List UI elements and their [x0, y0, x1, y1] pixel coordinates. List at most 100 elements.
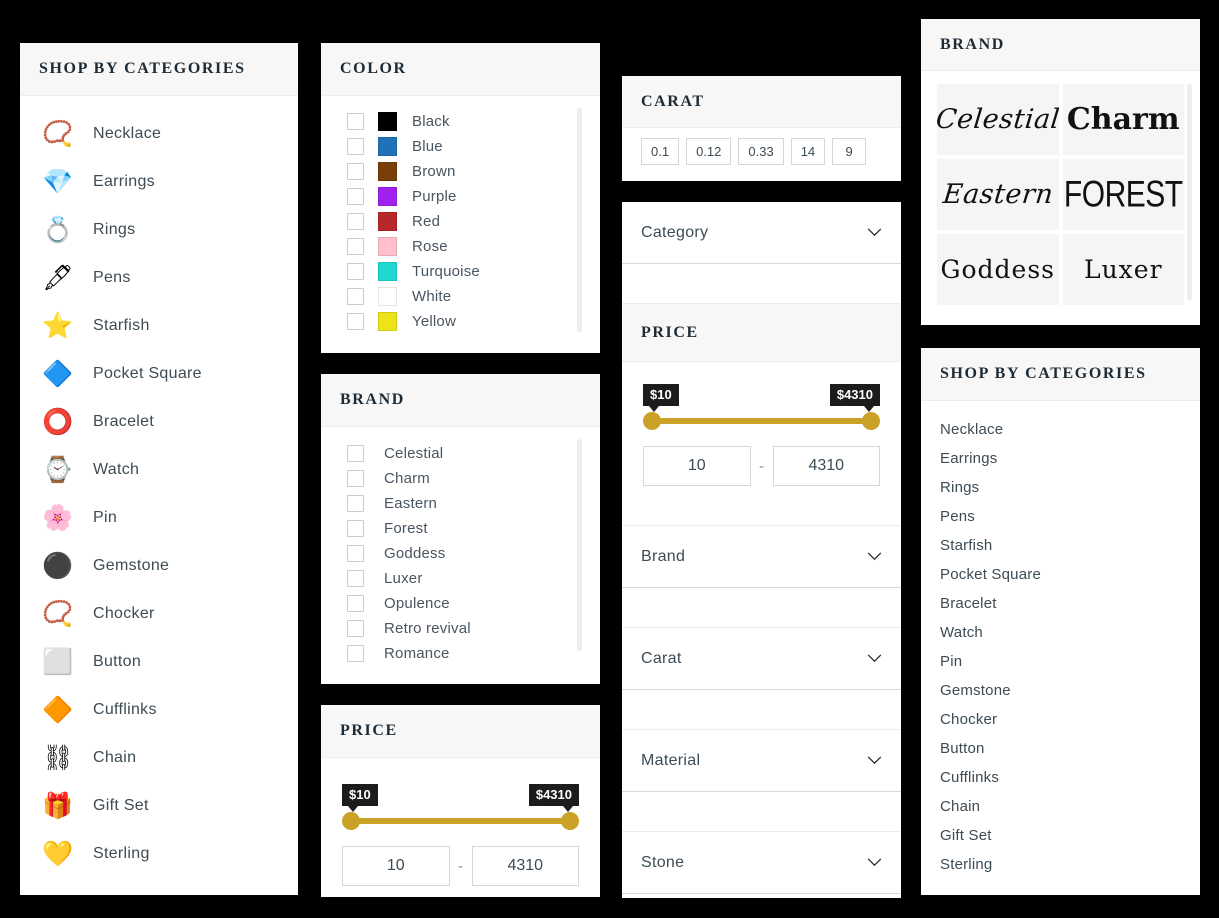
color-option-row[interactable]: White: [347, 284, 584, 309]
category-item[interactable]: ⭐ Starfish: [20, 302, 298, 350]
accordion-price-slider-min-handle[interactable]: [643, 412, 661, 430]
checkbox-icon[interactable]: [347, 163, 364, 180]
accordion-price-min-input[interactable]: [643, 446, 751, 486]
checkbox-icon[interactable]: [347, 495, 364, 512]
category-text-item[interactable]: Pens: [921, 502, 1200, 531]
accordion-price-range-slider[interactable]: $10 $4310: [643, 384, 880, 444]
checkbox-icon[interactable]: [347, 188, 364, 205]
category-item[interactable]: 📿 Necklace: [20, 110, 298, 158]
checkbox-icon[interactable]: [347, 445, 364, 462]
carat-option-chip[interactable]: 0.1: [641, 138, 680, 165]
brand-option-row[interactable]: Opulence: [347, 591, 584, 616]
accordion-header-carat[interactable]: Carat: [622, 628, 901, 690]
category-item[interactable]: ⚫ Gemstone: [20, 542, 298, 590]
checkbox-icon[interactable]: [347, 138, 364, 155]
brand-logo-cell[interactable]: FOREST: [1062, 159, 1184, 230]
accordion-header-stone[interactable]: Stone: [622, 832, 901, 894]
category-item[interactable]: 🎁 Gift Set: [20, 782, 298, 830]
price-max-input[interactable]: [471, 846, 579, 886]
category-item[interactable]: 🖋 Pens: [20, 254, 298, 302]
color-option-row[interactable]: Purple: [347, 184, 584, 209]
category-text-item[interactable]: Earrings: [921, 444, 1200, 473]
color-option-row[interactable]: Blue: [347, 134, 584, 159]
category-text-item[interactable]: Gemstone: [921, 676, 1200, 705]
checkbox-icon[interactable]: [347, 113, 364, 130]
checkbox-icon[interactable]: [347, 545, 364, 562]
brand-option-row[interactable]: Goddess: [347, 541, 584, 566]
category-text-item[interactable]: Cufflinks: [921, 763, 1200, 792]
accordion-price-max-input[interactable]: [772, 446, 880, 486]
checkbox-icon[interactable]: [347, 520, 364, 537]
color-option-row[interactable]: Rose: [347, 234, 584, 259]
category-item[interactable]: ⭕ Bracelet: [20, 398, 298, 446]
category-text-item[interactable]: Chain: [921, 792, 1200, 821]
brand-option-row[interactable]: Retro revival: [347, 616, 584, 641]
carat-option-chip[interactable]: 9: [832, 138, 867, 165]
category-text-item[interactable]: Button: [921, 734, 1200, 763]
category-text-item[interactable]: Pin: [921, 647, 1200, 676]
brand-option-row[interactable]: Romance: [347, 641, 584, 666]
accordion-price-slider-max-handle[interactable]: [862, 412, 880, 430]
category-item[interactable]: ⌚ Watch: [20, 446, 298, 494]
category-item[interactable]: 💛 Sterling: [20, 830, 298, 878]
brand-scrollbar[interactable]: [577, 439, 582, 651]
accordion-header-brand[interactable]: Brand: [622, 526, 901, 588]
checkbox-icon[interactable]: [347, 288, 364, 305]
category-item[interactable]: 🔶 Cufflinks: [20, 686, 298, 734]
price-min-input[interactable]: [342, 846, 450, 886]
checkbox-icon[interactable]: [347, 470, 364, 487]
carat-option-chip[interactable]: 0.12: [686, 138, 732, 165]
category-text-item[interactable]: Watch: [921, 618, 1200, 647]
accordion-price-slider-track[interactable]: [650, 418, 873, 424]
price-range-slider[interactable]: $10 $4310: [342, 784, 579, 844]
color-option-row[interactable]: Turquoise: [347, 259, 584, 284]
checkbox-icon[interactable]: [347, 595, 364, 612]
checkbox-icon[interactable]: [347, 213, 364, 230]
category-text-item[interactable]: Gift Set: [921, 821, 1200, 850]
category-text-item[interactable]: Starfish: [921, 531, 1200, 560]
price-slider-track[interactable]: [349, 818, 572, 824]
color-option-row[interactable]: Black: [347, 109, 584, 134]
color-scrollbar[interactable]: [577, 108, 582, 333]
accordion-header-price[interactable]: PRICE: [622, 304, 901, 362]
accordion-header-category[interactable]: Category: [622, 202, 901, 264]
checkbox-icon[interactable]: [347, 238, 364, 255]
brand-option-row[interactable]: Celestial: [347, 441, 584, 466]
brand-logo-cell[interactable]: Luxer: [1062, 234, 1184, 305]
category-item[interactable]: 🌸 Pin: [20, 494, 298, 542]
checkbox-icon[interactable]: [347, 620, 364, 637]
checkbox-icon[interactable]: [347, 570, 364, 587]
brand-option-row[interactable]: Eastern: [347, 491, 584, 516]
color-option-row[interactable]: Yellow: [347, 309, 584, 334]
brand-option-row[interactable]: Charm: [347, 466, 584, 491]
category-item[interactable]: 🔷 Pocket Square: [20, 350, 298, 398]
checkbox-icon[interactable]: [347, 313, 364, 330]
category-text-item[interactable]: Chocker: [921, 705, 1200, 734]
category-item[interactable]: 📿 Chocker: [20, 590, 298, 638]
category-item[interactable]: ⛓ Chain: [20, 734, 298, 782]
brand-option-row[interactable]: Forest: [347, 516, 584, 541]
brand-logo-scrollbar[interactable]: [1187, 84, 1192, 301]
carat-option-chip[interactable]: 0.33: [738, 138, 784, 165]
price-slider-max-handle[interactable]: [561, 812, 579, 830]
category-text-item[interactable]: Sterling: [921, 850, 1200, 879]
category-item[interactable]: 💍 Rings: [20, 206, 298, 254]
carat-option-chip[interactable]: 14: [790, 138, 826, 165]
brand-logo-cell[interactable]: Celestial: [937, 84, 1059, 155]
brand-logo-cell[interactable]: Goddess: [937, 234, 1059, 305]
accordion-header-material[interactable]: Material: [622, 730, 901, 792]
category-text-item[interactable]: Rings: [921, 473, 1200, 502]
category-item[interactable]: ⬜ Button: [20, 638, 298, 686]
checkbox-icon[interactable]: [347, 263, 364, 280]
price-slider-min-handle[interactable]: [342, 812, 360, 830]
color-option-row[interactable]: Brown: [347, 159, 584, 184]
category-text-item[interactable]: Pocket Square: [921, 560, 1200, 589]
category-text-item[interactable]: Bracelet: [921, 589, 1200, 618]
category-text-item[interactable]: Necklace: [921, 415, 1200, 444]
brand-logo-cell[interactable]: Eastern: [937, 159, 1059, 230]
color-option-row[interactable]: Red: [347, 209, 584, 234]
brand-logo-cell[interactable]: Charm: [1062, 84, 1184, 155]
brand-option-row[interactable]: Luxer: [347, 566, 584, 591]
checkbox-icon[interactable]: [347, 645, 364, 662]
category-item[interactable]: 💎 Earrings: [20, 158, 298, 206]
